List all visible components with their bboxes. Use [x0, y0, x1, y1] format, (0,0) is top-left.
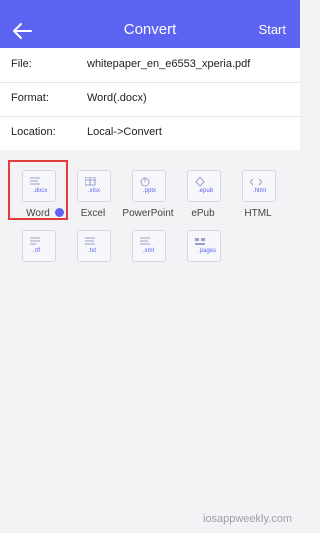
- file-row: File: whitepaper_en_e6553_xperia.pdf: [0, 48, 300, 82]
- location-row[interactable]: Location: Local->Convert: [0, 116, 300, 150]
- file-label: File:: [11, 58, 32, 70]
- format-option-html[interactable]: .html HTML: [228, 160, 288, 220]
- watermark: iosappweekly.com: [202, 513, 292, 525]
- format-label: Format:: [11, 92, 49, 104]
- location-value: Local->Convert: [87, 126, 162, 138]
- format-option-epub[interactable]: .epub ePub: [173, 160, 233, 220]
- format-option-powerpoint[interactable]: .pptx PowerPoint: [118, 160, 178, 220]
- file-extension: .rtf: [33, 248, 40, 254]
- file-extension: .epub: [198, 188, 214, 194]
- file-value: whitepaper_en_e6553_xperia.pdf: [87, 58, 251, 70]
- pptx-file-icon: .pptx: [132, 170, 166, 202]
- xlsx-file-icon: .xlsx: [77, 170, 111, 202]
- format-name: Excel: [80, 208, 106, 219]
- format-option-txt[interactable]: .txt: [63, 220, 123, 280]
- pages-file-icon: .pages: [187, 230, 221, 262]
- epub-file-icon: .epub: [187, 170, 221, 202]
- format-name: HTML: [244, 208, 272, 219]
- txt-file-icon: .txt: [77, 230, 111, 262]
- format-option-excel[interactable]: .xlsx Excel: [63, 160, 123, 220]
- rtf-file-icon: .rtf: [22, 230, 56, 262]
- format-option-xml[interactable]: .xml: [118, 220, 178, 280]
- format-name: PowerPoint: [122, 208, 174, 219]
- format-grid: .docx Word .xlsx Excel .pptx PowerPoint …: [0, 160, 300, 280]
- location-label: Location:: [11, 126, 56, 138]
- format-row[interactable]: Format: Word(.docx): [0, 82, 300, 116]
- format-name: ePub: [191, 208, 215, 219]
- format-option-pages[interactable]: .pages: [173, 220, 233, 280]
- docx-file-icon: .docx: [22, 170, 56, 202]
- file-extension: .xml: [143, 248, 154, 254]
- xml-file-icon: .xml: [132, 230, 166, 262]
- html-file-icon: .html: [242, 170, 276, 202]
- format-option-word[interactable]: .docx Word: [8, 160, 68, 220]
- format-option-rtf[interactable]: .rtf: [8, 220, 68, 280]
- page-title: Convert: [123, 21, 177, 38]
- conversion-info-panel: File: whitepaper_en_e6553_xperia.pdf For…: [0, 48, 300, 150]
- file-extension: .docx: [33, 188, 48, 194]
- file-extension: .xlsx: [88, 188, 100, 194]
- file-extension: .pptx: [143, 188, 157, 194]
- file-extension: .html: [253, 188, 267, 194]
- start-button[interactable]: Start: [259, 22, 286, 37]
- file-extension: .pages: [198, 248, 217, 254]
- file-extension: .txt: [88, 248, 97, 254]
- format-value: Word(.docx): [87, 92, 147, 104]
